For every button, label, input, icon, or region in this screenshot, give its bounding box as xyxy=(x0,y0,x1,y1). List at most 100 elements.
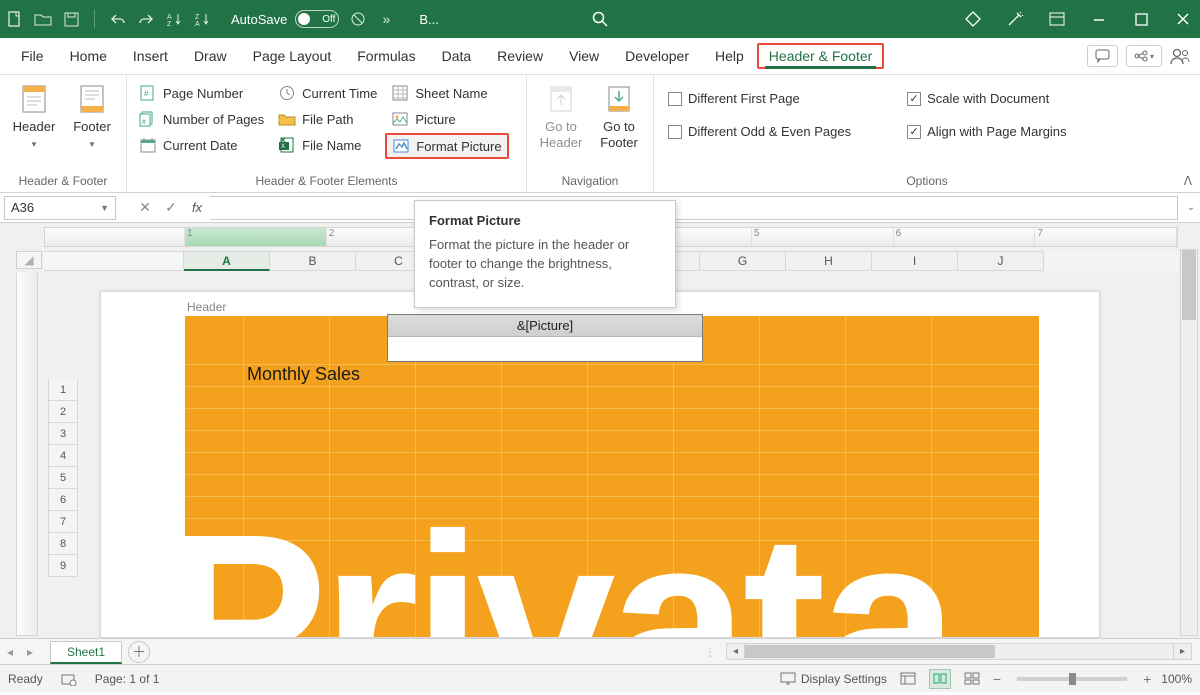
vertical-scrollbar[interactable] xyxy=(1180,249,1198,636)
svg-text:Z: Z xyxy=(167,21,172,26)
page-break-view-icon[interactable] xyxy=(961,669,983,689)
redo-icon[interactable] xyxy=(137,10,155,28)
ribbon-display-icon[interactable] xyxy=(1046,8,1068,30)
group-navigation: Go to Header Go to Footer Navigation xyxy=(527,75,654,192)
enter-formula-icon[interactable]: ✓ xyxy=(158,195,184,221)
sheet-tab-sheet1[interactable]: Sheet1 xyxy=(50,641,122,664)
picture-button[interactable]: Picture xyxy=(385,107,508,131)
row-headers: 1 2 3 4 5 6 7 8 9 xyxy=(48,379,78,577)
sheet-name-button[interactable]: Sheet Name xyxy=(385,81,508,105)
header-center-edit[interactable]: &[Picture] xyxy=(387,314,703,362)
account-icon[interactable] xyxy=(1170,47,1192,65)
tab-header-footer[interactable]: Header & Footer xyxy=(757,43,885,69)
col-header-j[interactable]: J xyxy=(958,251,1044,271)
file-name-button[interactable]: XFile Name xyxy=(272,133,383,157)
sort-asc-icon[interactable]: AZ xyxy=(165,10,183,28)
zoom-level[interactable]: 100% xyxy=(1161,672,1192,686)
select-all-corner[interactable]: ◢ xyxy=(16,251,42,269)
tab-view[interactable]: View xyxy=(556,38,612,74)
row-header-6[interactable]: 6 xyxy=(48,489,78,511)
row-header-5[interactable]: 5 xyxy=(48,467,78,489)
name-box[interactable]: A36▼ xyxy=(4,196,116,220)
title-bar: AZ ZA AutoSave Off » B... xyxy=(0,0,1200,38)
qat-more-icon[interactable]: » xyxy=(377,10,395,28)
sort-desc-icon[interactable]: ZA xyxy=(193,10,211,28)
file-path-button[interactable]: File Path xyxy=(272,107,383,131)
comments-button[interactable] xyxy=(1087,45,1118,67)
tab-page-layout[interactable]: Page Layout xyxy=(240,38,345,74)
sheet-nav-prev-icon[interactable]: ▸ xyxy=(20,645,40,659)
new-file-icon[interactable] xyxy=(6,10,24,28)
row-header-3[interactable]: 3 xyxy=(48,423,78,445)
number-of-pages-button[interactable]: #Number of Pages xyxy=(133,107,270,131)
tab-splitter-icon[interactable]: ⋮ xyxy=(704,645,716,659)
current-time-button[interactable]: Current Time xyxy=(272,81,383,105)
col-header-a[interactable]: A xyxy=(184,251,270,271)
row-header-4[interactable]: 4 xyxy=(48,445,78,467)
diamond-icon[interactable] xyxy=(962,8,984,30)
undo-icon[interactable] xyxy=(109,10,127,28)
formula-input[interactable] xyxy=(210,196,1178,220)
col-header-h[interactable]: H xyxy=(786,251,872,271)
close-icon[interactable] xyxy=(1172,8,1194,30)
tab-data[interactable]: Data xyxy=(429,38,485,74)
zoom-slider[interactable] xyxy=(1017,677,1127,681)
row-header-2[interactable]: 2 xyxy=(48,401,78,423)
different-first-page-checkbox[interactable]: Different First Page xyxy=(660,87,859,110)
wand-icon[interactable] xyxy=(1004,8,1026,30)
zoom-in-icon[interactable]: + xyxy=(1143,671,1151,687)
row-header-9[interactable]: 9 xyxy=(48,555,78,577)
align-page-margins-checkbox[interactable]: ✓Align with Page Margins xyxy=(899,120,1074,143)
page-number-button[interactable]: #Page Number xyxy=(133,81,270,105)
new-sheet-button[interactable]: ＋ xyxy=(128,641,150,663)
zoom-out-icon[interactable]: − xyxy=(993,671,1001,687)
different-odd-even-checkbox[interactable]: Different Odd & Even Pages xyxy=(660,120,859,143)
normal-view-icon[interactable] xyxy=(897,669,919,689)
expand-formula-bar-icon[interactable]: ⌄ xyxy=(1182,202,1200,213)
fx-icon[interactable]: fx xyxy=(184,195,210,221)
horizontal-scrollbar[interactable]: ◂▸ xyxy=(726,643,1192,660)
page-layout-view-icon[interactable] xyxy=(929,669,951,689)
autosave-label: AutoSave xyxy=(231,12,287,27)
svg-text:#: # xyxy=(144,89,149,98)
save-icon[interactable] xyxy=(62,10,80,28)
open-file-icon[interactable] xyxy=(34,10,52,28)
collapse-ribbon-icon[interactable]: ᐱ xyxy=(1184,174,1192,188)
autosave-toggle[interactable]: AutoSave Off xyxy=(231,10,339,28)
autosave-pill[interactable]: Off xyxy=(295,10,339,28)
tab-insert[interactable]: Insert xyxy=(120,38,181,74)
col-header-b[interactable]: B xyxy=(270,251,356,271)
col-header-g[interactable]: G xyxy=(700,251,786,271)
col-header-i[interactable]: I xyxy=(872,251,958,271)
goto-footer-button[interactable]: Go to Footer xyxy=(591,79,647,150)
status-bar: Ready Page: 1 of 1 Display Settings − + … xyxy=(0,664,1200,692)
tab-help[interactable]: Help xyxy=(702,38,757,74)
scale-with-document-checkbox[interactable]: ✓Scale with Document xyxy=(899,87,1074,110)
footer-button[interactable]: Footer▾ xyxy=(64,79,120,150)
tab-file[interactable]: File xyxy=(8,38,57,74)
minimize-icon[interactable] xyxy=(1088,8,1110,30)
display-settings-button[interactable]: Display Settings xyxy=(780,672,887,686)
tab-review[interactable]: Review xyxy=(484,38,556,74)
sheet-nav-first-icon[interactable]: ◂ xyxy=(0,645,20,659)
tab-formulas[interactable]: Formulas xyxy=(344,38,428,74)
format-picture-button[interactable]: Format Picture xyxy=(385,133,508,159)
cancel-formula-icon[interactable]: ✕ xyxy=(132,195,158,221)
svg-text:Z: Z xyxy=(195,14,200,21)
maximize-icon[interactable] xyxy=(1130,8,1152,30)
tab-draw[interactable]: Draw xyxy=(181,38,240,74)
current-date-button[interactable]: Current Date xyxy=(133,133,270,157)
header-button[interactable]: Header▾ xyxy=(6,79,62,150)
ribbon: Header▾ Footer▾ Header & Footer #Page Nu… xyxy=(0,75,1200,193)
row-header-7[interactable]: 7 xyxy=(48,511,78,533)
group-header-footer: Header▾ Footer▾ Header & Footer xyxy=(0,75,127,192)
search-icon[interactable] xyxy=(591,10,609,28)
svg-text:#: # xyxy=(142,119,146,126)
macro-record-icon[interactable] xyxy=(61,672,77,686)
row-header-8[interactable]: 8 xyxy=(48,533,78,555)
row-header-1[interactable]: 1 xyxy=(48,379,78,401)
tab-home[interactable]: Home xyxy=(57,38,120,74)
share-button[interactable]: ▾ xyxy=(1126,45,1162,67)
touch-mode-icon[interactable] xyxy=(349,10,367,28)
tab-developer[interactable]: Developer xyxy=(612,38,702,74)
